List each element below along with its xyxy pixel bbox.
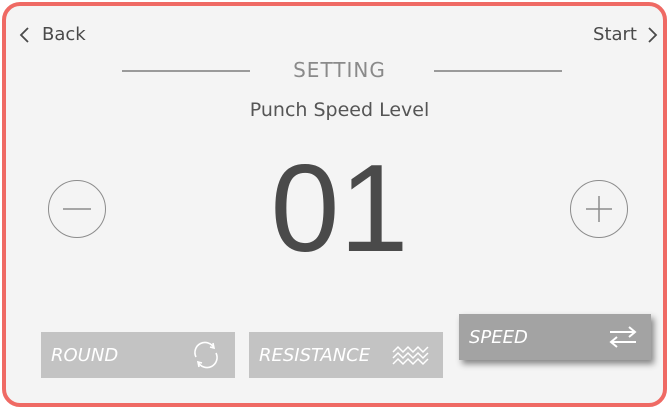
minus-icon bbox=[63, 208, 91, 210]
back-label: Back bbox=[42, 24, 86, 45]
mode-resistance-button[interactable]: RESISTANCE bbox=[249, 332, 443, 378]
start-button[interactable]: Start bbox=[593, 24, 659, 45]
chevron-left-icon bbox=[19, 26, 29, 43]
start-label: Start bbox=[593, 24, 637, 45]
section-title: SETTING bbox=[293, 58, 386, 82]
mode-round-label: ROUND bbox=[51, 344, 119, 366]
device-screen: Back Start SETTING Punch Speed Level 01 … bbox=[2, 2, 667, 407]
increase-button[interactable] bbox=[570, 180, 628, 238]
swap-arrows-icon bbox=[609, 326, 637, 348]
wave-icon bbox=[392, 345, 429, 366]
divider-right bbox=[434, 70, 562, 72]
chevron-right-icon bbox=[648, 26, 658, 43]
back-button[interactable]: Back bbox=[18, 24, 86, 45]
plus-icon bbox=[586, 196, 612, 222]
refresh-icon bbox=[194, 341, 218, 369]
mode-speed-button[interactable]: SPEED bbox=[459, 314, 651, 360]
mode-resistance-label: RESISTANCE bbox=[259, 344, 371, 366]
mode-speed-label: SPEED bbox=[469, 326, 528, 348]
setting-subtitle: Punch Speed Level bbox=[249, 99, 430, 121]
mode-round-button[interactable]: ROUND bbox=[41, 332, 235, 378]
decrease-button[interactable] bbox=[48, 180, 106, 238]
